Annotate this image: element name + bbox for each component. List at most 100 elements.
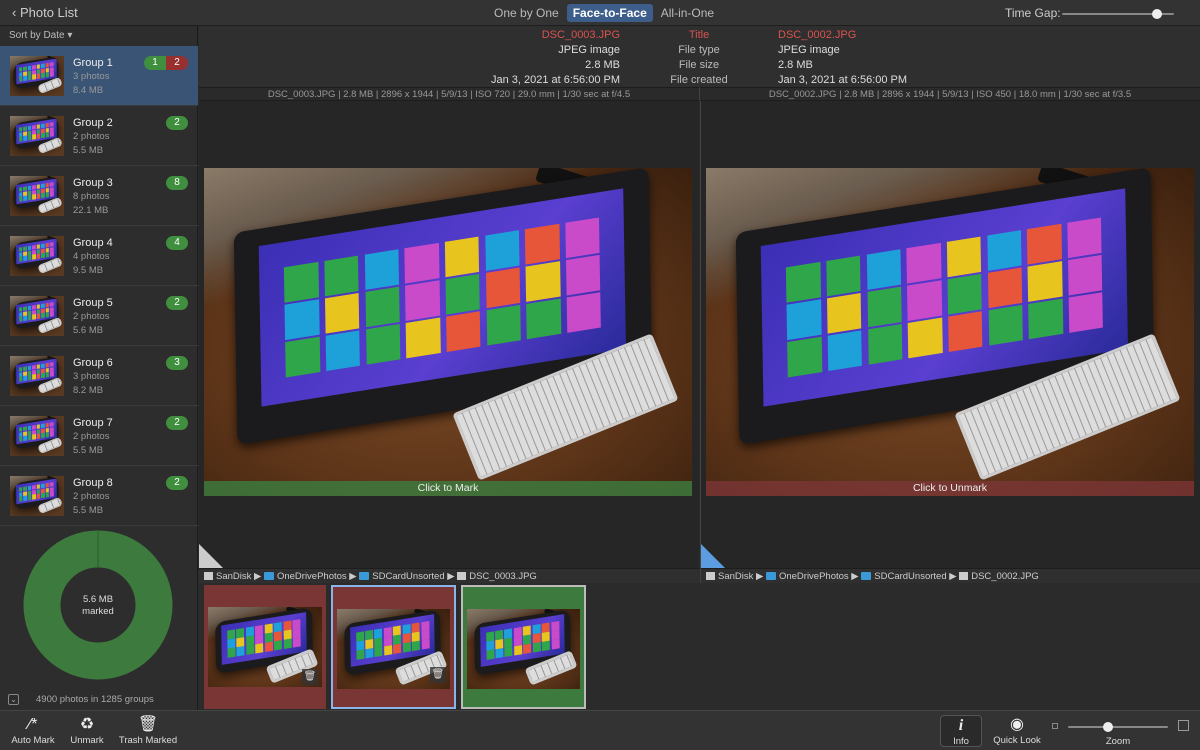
chevron-left-icon: ‹	[12, 5, 20, 20]
group-name: Group 4	[73, 237, 113, 249]
click-to-mark-button[interactable]: Click to Mark	[204, 481, 692, 496]
right-photo[interactable]: Click to Unmark	[706, 168, 1194, 496]
unmark-trash-icon: ♻	[79, 716, 95, 733]
group-name: Group 1	[73, 57, 113, 69]
group-photo-count: 3 photos	[73, 371, 110, 382]
time-gap-slider[interactable]	[1062, 9, 1174, 19]
mode-face-to-face[interactable]: Face-to-Face	[566, 4, 653, 22]
eye-icon: ◉	[1010, 716, 1024, 733]
thumbnail-marked[interactable]: 🗑	[204, 585, 326, 709]
group-list-item[interactable]: Group 4 4 photos 9.5 MB 4	[0, 226, 198, 286]
thumbnail-marked-selected[interactable]: 🗑	[331, 585, 456, 709]
compare-info-header: DSC_0003.JPG JPEG image 2.8 MB Jan 3, 20…	[199, 26, 1200, 87]
group-thumbnail	[10, 416, 64, 456]
group-list-item[interactable]: Group 2 2 photos 5.5 MB 2	[0, 106, 198, 166]
group-photo-count: 4 photos	[73, 251, 110, 262]
zoom-large-icon	[1178, 720, 1189, 731]
zoom-slider[interactable]	[1068, 722, 1168, 732]
trash-icon[interactable]: 🗑	[302, 669, 318, 685]
group-size: 8.2 MB	[73, 385, 104, 396]
info-labels: Title File type File size File created	[670, 29, 728, 86]
left-photo-pane: Click to Mark	[199, 101, 699, 568]
group-list-item[interactable]: Group 3 8 photos 22.1 MB 8	[0, 166, 198, 226]
group-photo-count: 2 photos	[73, 491, 110, 502]
view-mode-segmented: One by One Face-to-Face All-in-One	[488, 4, 720, 22]
folder-icon	[765, 572, 776, 580]
zoom-small-icon	[1052, 723, 1058, 729]
group-size: 5.5 MB	[73, 145, 104, 156]
group-name: Group 2	[73, 117, 113, 129]
back-to-photo-list-button[interactable]: ‹ Photo List	[12, 5, 78, 20]
thumbnail-image	[467, 609, 580, 689]
quick-look-button[interactable]: ◉ Quick Look	[990, 715, 1044, 746]
group-name: Group 8	[73, 477, 113, 489]
thumbnail-strip: 🗑 🗑	[199, 583, 1200, 710]
bottom-toolbar: ⁄* Auto Mark ♻ Unmark 🗑 Trash Marked i Info …	[0, 710, 1200, 750]
right-info-values: DSC_0002.JPG JPEG image 2.8 MB Jan 3, 20…	[778, 29, 908, 86]
unmark-button[interactable]: ♻ Unmark	[66, 715, 108, 746]
drive-icon	[204, 572, 213, 580]
left-photo[interactable]: Click to Mark	[204, 168, 692, 496]
time-gap-label: Time Gap:	[1005, 6, 1061, 20]
folder-icon	[359, 572, 370, 580]
group-thumbnail	[10, 236, 64, 276]
mode-all-in-one[interactable]: All-in-One	[655, 4, 720, 22]
top-bar: ‹ Photo List One by One Face-to-Face All…	[0, 0, 1200, 26]
group-name: Group 6	[73, 357, 113, 369]
badge-count: 4	[166, 236, 188, 250]
group-size: 5.6 MB	[73, 325, 104, 336]
slider-knob[interactable]	[1103, 722, 1113, 732]
sort-dropdown[interactable]: Sort by Date ▾	[9, 30, 72, 41]
drive-icon	[706, 572, 715, 580]
donut-size: 5.6 MB	[82, 594, 114, 605]
group-list-item[interactable]: Group 8 2 photos 5.5 MB 2	[0, 466, 198, 526]
group-thumbnail	[10, 116, 64, 156]
group-list-item[interactable]: Group 6 3 photos 8.2 MB 3	[0, 346, 198, 406]
group-list-item[interactable]: Group 5 2 photos 5.6 MB 2	[0, 286, 198, 346]
group-list-item[interactable]: Group 1 3 photos 8.4 MB 12	[0, 46, 198, 106]
file-icon	[959, 572, 969, 580]
group-size: 9.5 MB	[73, 265, 104, 276]
group-photo-count: 8 photos	[73, 191, 110, 202]
badge-count: 8	[166, 176, 188, 190]
auto-mark-button[interactable]: ⁄* Auto Mark	[8, 715, 58, 746]
group-photo-count: 2 photos	[73, 131, 110, 142]
left-exif-bar: DSC_0003.JPG | 2.8 MB | 2896 x 1944 | 5/…	[199, 87, 699, 101]
badge-count: 2	[166, 416, 188, 430]
group-name: Group 3	[73, 177, 113, 189]
group-list-item[interactable]: Group 7 2 photos 5.5 MB 2	[0, 406, 198, 466]
left-info-values: DSC_0003.JPG JPEG image 2.8 MB Jan 3, 20…	[490, 29, 620, 86]
badge-count: 3	[166, 356, 188, 370]
badge-count: 2	[166, 116, 188, 130]
slider-knob[interactable]	[1152, 9, 1163, 19]
info-icon: i	[958, 717, 964, 734]
group-name: Group 7	[73, 417, 113, 429]
thumbnail-unmarked[interactable]	[461, 585, 586, 709]
group-size: 22.1 MB	[73, 205, 109, 216]
badge-count: 1	[144, 56, 166, 70]
group-size: 5.5 MB	[73, 505, 104, 516]
folder-icon	[861, 572, 872, 580]
group-thumbnail	[10, 476, 64, 516]
corner-marker-icon	[199, 544, 223, 568]
badge-count: 2	[166, 476, 188, 490]
group-photo-count: 2 photos	[73, 311, 110, 322]
group-name: Group 5	[73, 297, 113, 309]
trash-icon[interactable]: 🗑	[430, 667, 446, 683]
trash-marked-button[interactable]: 🗑 Trash Marked	[116, 715, 180, 746]
badge-count: 2	[166, 56, 188, 70]
badge-count: 2	[166, 296, 188, 310]
info-button[interactable]: i Info	[940, 715, 982, 747]
collapse-chart-icon[interactable]: ⌄	[8, 694, 19, 705]
magic-wand-icon: ⁄*	[28, 716, 38, 733]
group-photo-count: 2 photos	[73, 431, 110, 442]
group-thumbnail	[10, 56, 64, 96]
click-to-unmark-button[interactable]: Click to Unmark	[706, 481, 1194, 496]
right-exif-bar: DSC_0002.JPG | 2.8 MB | 2896 x 1944 | 5/…	[699, 87, 1200, 101]
group-sidebar: Sort by Date ▾ Group 1 3 photos 8.4 MB 1…	[0, 26, 198, 710]
donut-caption: marked	[82, 606, 114, 617]
group-size: 5.5 MB	[73, 445, 104, 456]
file-icon	[457, 572, 467, 580]
mode-one-by-one[interactable]: One by One	[488, 4, 565, 22]
right-photo-pane: Click to Unmark	[700, 101, 1200, 568]
